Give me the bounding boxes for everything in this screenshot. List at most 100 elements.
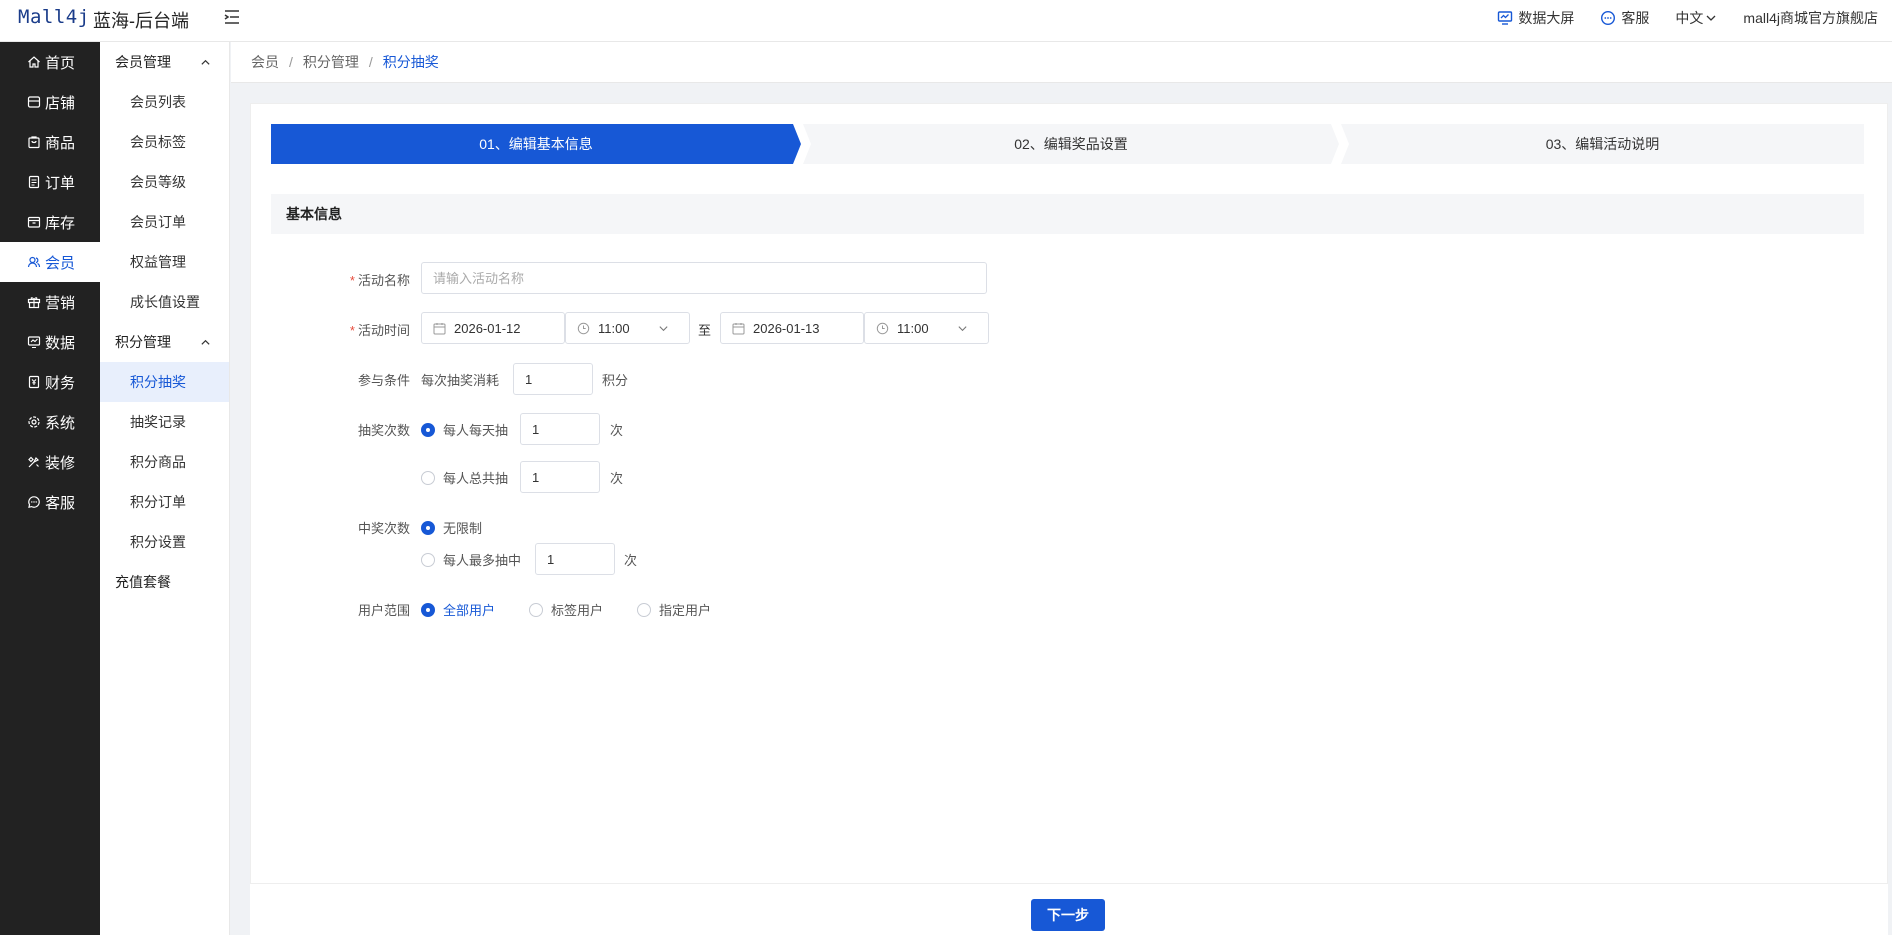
sidebar-item-finance[interactable]: 财务 bbox=[0, 362, 100, 402]
submenu-item-member-levels[interactable]: 会员等级 bbox=[100, 162, 229, 202]
footer-bar: 下一步 bbox=[250, 883, 1888, 935]
sidebar-item-goods[interactable]: 商品 bbox=[0, 122, 100, 162]
sidebar-item-inventory[interactable]: 库存 bbox=[0, 202, 100, 242]
end-date-picker[interactable]: 2026-01-13 bbox=[720, 312, 864, 344]
decorate-icon bbox=[28, 456, 40, 468]
sidebar-item-label: 数据 bbox=[45, 334, 76, 352]
submenu-group-points-management[interactable]: 积分管理 bbox=[100, 322, 229, 362]
max-win-value: 1 bbox=[547, 551, 555, 567]
next-step-button[interactable]: 下一步 bbox=[1031, 899, 1105, 931]
chevron-up-icon bbox=[201, 339, 210, 345]
radio-tag-users[interactable]: 标签用户 bbox=[529, 600, 603, 619]
range-separator: 至 bbox=[698, 323, 712, 338]
end-time-picker[interactable]: 11:00 bbox=[864, 312, 989, 344]
radio-label: 每人最多抽中 bbox=[443, 553, 522, 568]
sidebar-item-data[interactable]: 数据 bbox=[0, 322, 100, 362]
step-2[interactable]: 02、编辑奖品设置 bbox=[803, 124, 1339, 164]
activity-name-input[interactable] bbox=[433, 270, 986, 286]
submenu-item-points-settings[interactable]: 积分设置 bbox=[100, 522, 229, 562]
breadcrumb-item[interactable]: 会员 bbox=[251, 52, 279, 72]
submenu-item-member-list[interactable]: 会员列表 bbox=[100, 82, 229, 122]
radio-total-draw[interactable]: 每人总共抽 bbox=[421, 468, 508, 487]
submenu-item-lottery-records[interactable]: 抽奖记录 bbox=[100, 402, 229, 442]
language-switch[interactable]: 中文 bbox=[1675, 8, 1717, 28]
start-time-value: 11:00 bbox=[598, 320, 630, 336]
sidebar-item-label: 订单 bbox=[45, 174, 76, 192]
breadcrumb-separator: / bbox=[368, 54, 373, 70]
sidebar-item-home[interactable]: 首页 bbox=[0, 42, 100, 82]
step-1-active[interactable]: 01、编辑基本信息 bbox=[271, 124, 801, 164]
sidebar-item-decorate[interactable]: 装修 bbox=[0, 442, 100, 482]
radio-dot bbox=[421, 422, 435, 437]
sidebar-item-member[interactable]: 会员 bbox=[0, 242, 100, 282]
step-bar: 01、编辑基本信息 02、编辑奖品设置 03、编辑活动说明 bbox=[271, 124, 1864, 164]
step-3[interactable]: 03、编辑活动说明 bbox=[1341, 124, 1864, 164]
submenu-item-benefits[interactable]: 权益管理 bbox=[100, 242, 229, 282]
points-unit: 积分 bbox=[602, 373, 629, 388]
activity-time-label: * 活动时间 bbox=[349, 323, 410, 338]
sidebar-item-label: 财务 bbox=[45, 374, 76, 392]
submenu-item-recharge-packages[interactable]: 充值套餐 bbox=[100, 562, 229, 602]
goods-icon bbox=[28, 136, 40, 149]
monitor-icon bbox=[1498, 11, 1513, 25]
total-draw-field[interactable]: 1 bbox=[520, 461, 600, 493]
sidebar-item-marketing[interactable]: 营销 bbox=[0, 282, 100, 322]
radio-label: 每人总共抽 bbox=[443, 471, 509, 486]
order-icon bbox=[28, 175, 40, 189]
menu-collapse-icon[interactable] bbox=[222, 7, 242, 27]
data-screen-link[interactable]: 数据大屏 bbox=[1497, 8, 1574, 28]
activity-name-field[interactable] bbox=[421, 262, 987, 294]
service-label: 客服 bbox=[1621, 10, 1650, 26]
submenu-group-member-management[interactable]: 会员管理 bbox=[100, 42, 229, 82]
end-date-value: 2026-01-13 bbox=[753, 320, 820, 336]
radio-specified-users[interactable]: 指定用户 bbox=[637, 600, 711, 619]
submenu-item-points-goods[interactable]: 积分商品 bbox=[100, 442, 229, 482]
max-win-field[interactable]: 1 bbox=[535, 543, 615, 575]
app-title: 蓝海-后台端 bbox=[93, 11, 189, 31]
draw-times-label: 抽奖次数 bbox=[357, 423, 410, 438]
points-cost-field[interactable]: 1 bbox=[513, 363, 593, 395]
sidebar-item-store[interactable]: 店铺 bbox=[0, 82, 100, 122]
customer-service-link[interactable]: 客服 bbox=[1600, 8, 1649, 28]
radio-daily-draw[interactable]: 每人每天抽 bbox=[421, 420, 508, 439]
radio-dot bbox=[421, 552, 435, 567]
data-screen-label: 数据大屏 bbox=[1518, 10, 1575, 26]
inventory-icon bbox=[27, 216, 41, 228]
submenu-item-points-orders[interactable]: 积分订单 bbox=[100, 482, 229, 522]
shop-name-label: mall4j商城官方旗舰店 bbox=[1743, 10, 1878, 26]
radio-label: 无限制 bbox=[443, 521, 483, 536]
radio-label: 标签用户 bbox=[551, 603, 604, 618]
submenu-item-growth-settings[interactable]: 成长值设置 bbox=[100, 282, 229, 322]
total-draw-value: 1 bbox=[532, 469, 540, 485]
radio-label: 每人每天抽 bbox=[443, 423, 509, 438]
sidebar-item-label: 会员 bbox=[45, 254, 76, 272]
breadcrumb-item[interactable]: 积分管理 bbox=[303, 52, 359, 72]
sidebar-item-label: 库存 bbox=[45, 214, 76, 232]
radio-unlimited[interactable]: 无限制 bbox=[421, 518, 482, 537]
submenu-group-label: 充值套餐 bbox=[115, 574, 171, 590]
top-header: Mall4j 蓝海-后台端 数据大屏 客服 中文 mall4j商城官方旗舰店 bbox=[0, 0, 1892, 42]
chat-icon bbox=[28, 496, 40, 508]
start-time-picker[interactable]: 11:00 bbox=[565, 312, 690, 344]
radio-max-win[interactable]: 每人最多抽中 bbox=[421, 550, 521, 569]
participation-label: 参与条件 bbox=[357, 373, 410, 388]
clock-icon bbox=[577, 322, 590, 334]
radio-dot bbox=[421, 470, 435, 485]
sidebar-item-service[interactable]: 客服 bbox=[0, 482, 100, 522]
submenu-item-member-orders[interactable]: 会员订单 bbox=[100, 202, 229, 242]
language-label: 中文 bbox=[1675, 10, 1704, 26]
main-content: 01、编辑基本信息 02、编辑奖品设置 03、编辑活动说明 基本信息 * 活动名称… bbox=[250, 103, 1888, 935]
shop-name[interactable]: mall4j商城官方旗舰店 bbox=[1743, 8, 1878, 28]
chevron-up-icon bbox=[201, 59, 210, 65]
start-date-picker[interactable]: 2026-01-12 bbox=[421, 312, 565, 344]
submenu-item-member-tags[interactable]: 会员标签 bbox=[100, 122, 229, 162]
submenu-item-points-lottery[interactable]: 积分抽奖 bbox=[100, 362, 229, 402]
radio-all-users[interactable]: 全部用户 bbox=[421, 600, 495, 619]
sidebar-item-system[interactable]: 系统 bbox=[0, 402, 100, 442]
sidebar-item-order[interactable]: 订单 bbox=[0, 162, 100, 202]
calendar-icon bbox=[433, 322, 446, 334]
start-date-value: 2026-01-12 bbox=[454, 320, 521, 336]
sidebar-item-label: 客服 bbox=[45, 494, 76, 512]
home-icon bbox=[28, 56, 40, 68]
daily-draw-field[interactable]: 1 bbox=[520, 413, 600, 445]
